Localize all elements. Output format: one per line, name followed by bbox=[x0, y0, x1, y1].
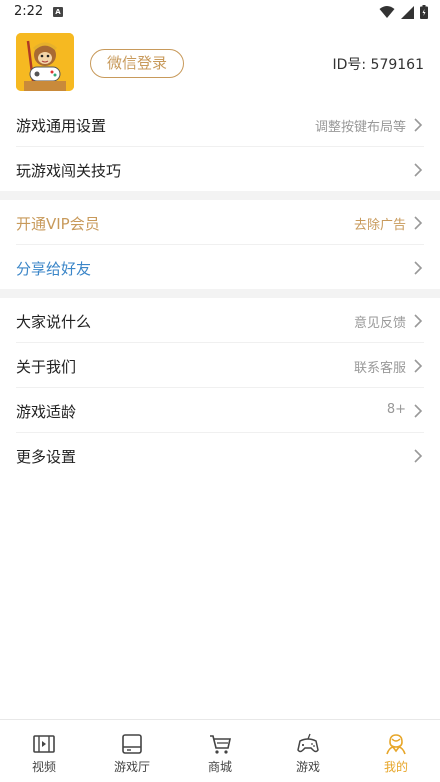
chevron-right-icon bbox=[414, 359, 423, 373]
tab-label: 商城 bbox=[207, 760, 232, 774]
wechat-login-button[interactable]: 微信登录 bbox=[90, 49, 184, 78]
film-icon bbox=[33, 735, 55, 753]
tab-video[interactable]: 视频 bbox=[0, 720, 88, 782]
row-label: 更多设置 bbox=[16, 448, 77, 466]
list-item-feedback[interactable]: 大家说什么 意见反馈 bbox=[16, 298, 424, 343]
row-label: 游戏适龄 bbox=[16, 403, 77, 421]
row-label: 分享给好友 bbox=[16, 260, 92, 278]
settings-section-2: 开通VIP会员 去除广告 分享给好友 bbox=[0, 200, 440, 290]
cart-icon bbox=[210, 735, 231, 754]
list-item-about[interactable]: 关于我们 联系客服 bbox=[16, 343, 424, 388]
row-hint: 调整按键布局等 bbox=[314, 120, 406, 135]
profile-header: 微信登录 ID号: 579161 bbox=[0, 33, 440, 93]
status-time: 2:22 bbox=[14, 4, 44, 19]
avatar[interactable] bbox=[16, 33, 74, 91]
row-hint: 8+ bbox=[386, 402, 406, 417]
bottom-nav: 视频 游戏厅 商城 游戏 我的 bbox=[0, 719, 440, 782]
section-divider bbox=[0, 191, 440, 200]
list-item-more-settings[interactable]: 更多设置 bbox=[16, 433, 424, 478]
chevron-right-icon bbox=[414, 216, 423, 230]
wifi-icon bbox=[379, 6, 395, 18]
tab-arcade[interactable]: 游戏厅 bbox=[88, 720, 176, 782]
a-box-icon: A bbox=[53, 7, 63, 17]
settings-section-3: 大家说什么 意见反馈 关于我们 联系客服 游戏适龄 8+ 更多设置 bbox=[0, 298, 440, 478]
row-label: 玩游戏闯关技巧 bbox=[16, 162, 122, 180]
signal-icon bbox=[401, 5, 414, 19]
row-hint: 意见反馈 bbox=[353, 316, 406, 331]
row-hint: 联系客服 bbox=[353, 361, 406, 376]
tab-mine[interactable]: 我的 bbox=[352, 720, 440, 782]
row-hint: 去除广告 bbox=[353, 218, 406, 233]
tab-games[interactable]: 游戏 bbox=[264, 720, 352, 782]
tab-label: 游戏厅 bbox=[113, 760, 150, 774]
settings-section-1: 游戏通用设置 调整按键布局等 玩游戏闯关技巧 bbox=[0, 102, 440, 192]
section-divider bbox=[0, 289, 440, 298]
user-icon bbox=[386, 734, 406, 755]
tab-store[interactable]: 商城 bbox=[176, 720, 264, 782]
chevron-right-icon bbox=[414, 404, 423, 418]
list-item-game-tips[interactable]: 玩游戏闯关技巧 bbox=[16, 147, 424, 192]
gamepad-icon bbox=[297, 733, 319, 753]
user-id: ID号: 579161 bbox=[332, 57, 424, 73]
row-label: 关于我们 bbox=[16, 358, 77, 376]
tab-label: 我的 bbox=[383, 760, 408, 774]
list-item-game-settings[interactable]: 游戏通用设置 调整按键布局等 bbox=[16, 102, 424, 147]
list-item-share[interactable]: 分享给好友 bbox=[16, 245, 424, 290]
tab-label: 视频 bbox=[31, 760, 56, 774]
monkey-king-gamepad-avatar bbox=[16, 33, 74, 91]
chevron-right-icon bbox=[414, 118, 423, 132]
row-label: 开通VIP会员 bbox=[16, 215, 100, 233]
arcade-icon bbox=[122, 734, 142, 754]
tab-label: 游戏 bbox=[295, 760, 320, 774]
chevron-right-icon bbox=[414, 261, 423, 275]
chevron-right-icon bbox=[414, 449, 423, 463]
row-label: 大家说什么 bbox=[16, 313, 92, 331]
chevron-right-icon bbox=[414, 314, 423, 328]
chevron-right-icon bbox=[414, 163, 423, 177]
battery-icon bbox=[420, 5, 428, 19]
status-icons bbox=[379, 4, 428, 20]
status-bar: 2:22 A bbox=[0, 0, 440, 26]
list-item-vip[interactable]: 开通VIP会员 去除广告 bbox=[16, 200, 424, 245]
row-label: 游戏通用设置 bbox=[16, 117, 107, 135]
list-item-age-rating[interactable]: 游戏适龄 8+ bbox=[16, 388, 424, 433]
